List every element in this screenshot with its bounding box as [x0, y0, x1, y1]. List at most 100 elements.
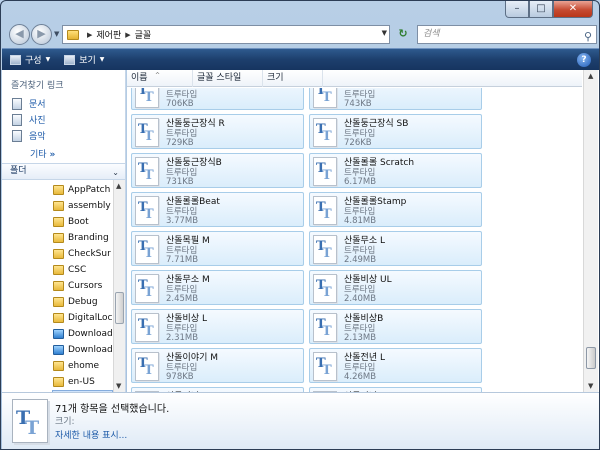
favorite-documents[interactable]: 문서	[12, 97, 46, 110]
organize-button[interactable]: 구성 ▼	[10, 53, 50, 66]
favorite-label: 음악	[29, 132, 46, 142]
folder-label: Downloaded	[68, 345, 113, 355]
folder-tree: AppPatch assembly Boot Branding CheckSur CSC C…	[2, 180, 113, 392]
folder-tree-item[interactable]: CSC	[53, 262, 113, 278]
font-size: 7.71MB	[166, 255, 199, 265]
minimize-button[interactable]: –	[505, 1, 529, 18]
folder-tree-item[interactable]: Branding	[53, 230, 113, 246]
font-size: 6.17MB	[344, 177, 377, 187]
font-tile-grid: T T 트루타입 706KB T T 트루타입 743KB T T 산돌둥근장식 R 트루타입 729K…	[127, 88, 582, 392]
chevron-down-icon[interactable]: ⌄	[112, 165, 119, 180]
font-size: 2.31MB	[166, 333, 199, 343]
font-tile[interactable]: T T 트루타입 706KB	[131, 88, 304, 110]
truetype-font-icon: TT	[313, 274, 337, 303]
folder-tree-item[interactable]: Cursors	[53, 278, 113, 294]
pictures-icon	[12, 113, 22, 126]
font-tile[interactable]: T T 산돌무소 M 트루타입 2.45MB	[131, 270, 304, 305]
back-button[interactable]: ◀	[9, 24, 30, 45]
font-tile[interactable]: T T 산돌롤롤 Scratch 트루타입 6.17MB	[309, 153, 482, 188]
truetype-font-icon: TT	[313, 196, 337, 225]
font-tile[interactable]: T T 산돌비상B 트루타입 2.13MB	[309, 309, 482, 344]
folder-tree-item[interactable]: AppPatch	[53, 182, 113, 198]
file-list-pane: ^ 이름 글꼴 스타일 크기 T T 트루타입 706KB T T 트루타입 743KB T T 산…	[127, 70, 599, 392]
column-name[interactable]: ^ 이름	[127, 70, 193, 87]
font-tile[interactable]: T T 산돌둥근장식 SB 트루타입 726KB	[309, 114, 482, 149]
folder-tree-item[interactable]: assembly	[53, 198, 113, 214]
column-font-style[interactable]: 글꼴 스타일	[193, 70, 263, 87]
folder-icon	[53, 377, 64, 387]
folder-tree-item[interactable]: ehome	[53, 358, 113, 374]
truetype-font-icon: TT	[313, 235, 337, 264]
breadcrumb-fonts[interactable]: 글꼴	[135, 28, 152, 41]
folder-icon	[53, 265, 64, 275]
search-icon[interactable]: ⚲	[584, 28, 592, 45]
scroll-thumb[interactable]	[115, 292, 124, 324]
file-list-scrollbar[interactable]: ▲ ▼	[583, 70, 598, 392]
font-size: 4.26MB	[344, 372, 377, 382]
folder-tree-item[interactable]: Debug	[53, 294, 113, 310]
font-tile[interactable]: T T 산돌비상 UL 트루타입 2.40MB	[309, 270, 482, 305]
scroll-up-icon[interactable]: ▲	[116, 182, 121, 190]
address-dropdown-icon[interactable]: ▼	[382, 29, 387, 37]
chevron-right-icon[interactable]: ▶	[87, 31, 92, 39]
address-bar[interactable]: ▶ 제어판 ▶ 글꼴 ▼	[62, 25, 390, 44]
folder-tree-item[interactable]: DigitalLocker	[53, 310, 113, 326]
font-size: 2.49MB	[344, 255, 377, 265]
folder-tree-scrollbar[interactable]: ▲ ▼	[113, 180, 125, 392]
caption-buttons: – □ ✕	[505, 1, 593, 18]
font-tile[interactable]: T T 산돌전년 L 트루타입 4.26MB	[309, 348, 482, 383]
refresh-icon[interactable]: ↻	[393, 27, 413, 43]
search-input[interactable]: 검색 ⚲	[417, 25, 597, 44]
folder-tree-item[interactable]: Downloaded	[53, 342, 113, 358]
truetype-font-icon: TT	[313, 352, 337, 381]
maximize-button[interactable]: □	[529, 1, 553, 18]
scroll-down-icon[interactable]: ▼	[116, 382, 121, 390]
font-tile[interactable]: T T 산돌이야기 M 트루타입 978KB	[131, 348, 304, 383]
column-size[interactable]: 크기	[263, 70, 323, 87]
size-label: 크기:	[55, 417, 75, 427]
favorites-header: 즐겨찾기 링크	[11, 81, 64, 91]
views-button[interactable]: 보기 ▼	[64, 53, 104, 66]
font-tile[interactable]: T T 산돌무소 L 트루타입 2.49MB	[309, 231, 482, 266]
folder-label: CheckSur	[68, 249, 111, 259]
folder-icon	[53, 329, 64, 339]
recent-pages-dropdown[interactable]: ▼	[54, 30, 59, 38]
folder-tree-item[interactable]: Boot	[53, 214, 113, 230]
font-size: 706KB	[166, 99, 194, 109]
truetype-font-icon: TT	[135, 118, 159, 147]
font-tile[interactable]: T T 산돌둥근장식 R 트루타입 729KB	[131, 114, 304, 149]
font-tile[interactable]: T T 트루타입 743KB	[309, 88, 482, 110]
folder-tree-item[interactable]: CheckSur	[53, 246, 113, 262]
folder-tree-item[interactable]: Downloaded	[53, 326, 113, 342]
navigation-pane: 즐겨찾기 링크 문서 사진 음악 기타 » 폴더 ⌄ AppPatch assem…	[2, 70, 126, 392]
folder-icon	[67, 29, 79, 40]
truetype-font-icon: TT	[135, 196, 159, 225]
folder-icon	[53, 201, 64, 211]
close-button[interactable]: ✕	[553, 1, 593, 18]
favorite-music[interactable]: 음악	[12, 129, 46, 142]
font-tile[interactable]: T T 산돌둥근장식B 트루타입 731KB	[131, 153, 304, 188]
font-tile[interactable]: T T 산돌목필 M 트루타입 7.71MB	[131, 231, 304, 266]
font-tile[interactable]: T T 산돌롤롤Stamp 트루타입 4.81MB	[309, 192, 482, 227]
more-links[interactable]: 기타 »	[30, 147, 55, 160]
forward-button[interactable]: ▶	[31, 24, 52, 45]
scroll-up-icon[interactable]: ▲	[588, 72, 593, 80]
breadcrumb-control-panel[interactable]: 제어판	[96, 28, 121, 41]
favorite-pictures[interactable]: 사진	[12, 113, 46, 126]
folder-tree-item[interactable]: en-US	[53, 374, 113, 390]
help-icon[interactable]: ?	[577, 53, 591, 67]
folder-label: Debug	[68, 297, 98, 307]
scroll-down-icon[interactable]: ▼	[588, 382, 593, 390]
show-more-details-link[interactable]: 자세한 내용 표시...	[55, 428, 127, 441]
folders-bar[interactable]: 폴더 ⌄	[2, 163, 125, 180]
chevron-right-icon[interactable]: ▶	[125, 31, 130, 39]
scroll-thumb[interactable]	[586, 347, 596, 369]
truetype-font-icon: TT	[313, 88, 337, 108]
truetype-font-icon: TT	[313, 118, 337, 147]
folder-label: ehome	[68, 361, 100, 371]
font-size: 2.13MB	[344, 333, 377, 343]
views-icon	[64, 54, 76, 65]
search-placeholder: 검색	[423, 29, 440, 39]
font-tile[interactable]: T T 산돌롤롤Beat 트루타입 3.77MB	[131, 192, 304, 227]
font-tile[interactable]: T T 산돌비상 L 트루타입 2.31MB	[131, 309, 304, 344]
